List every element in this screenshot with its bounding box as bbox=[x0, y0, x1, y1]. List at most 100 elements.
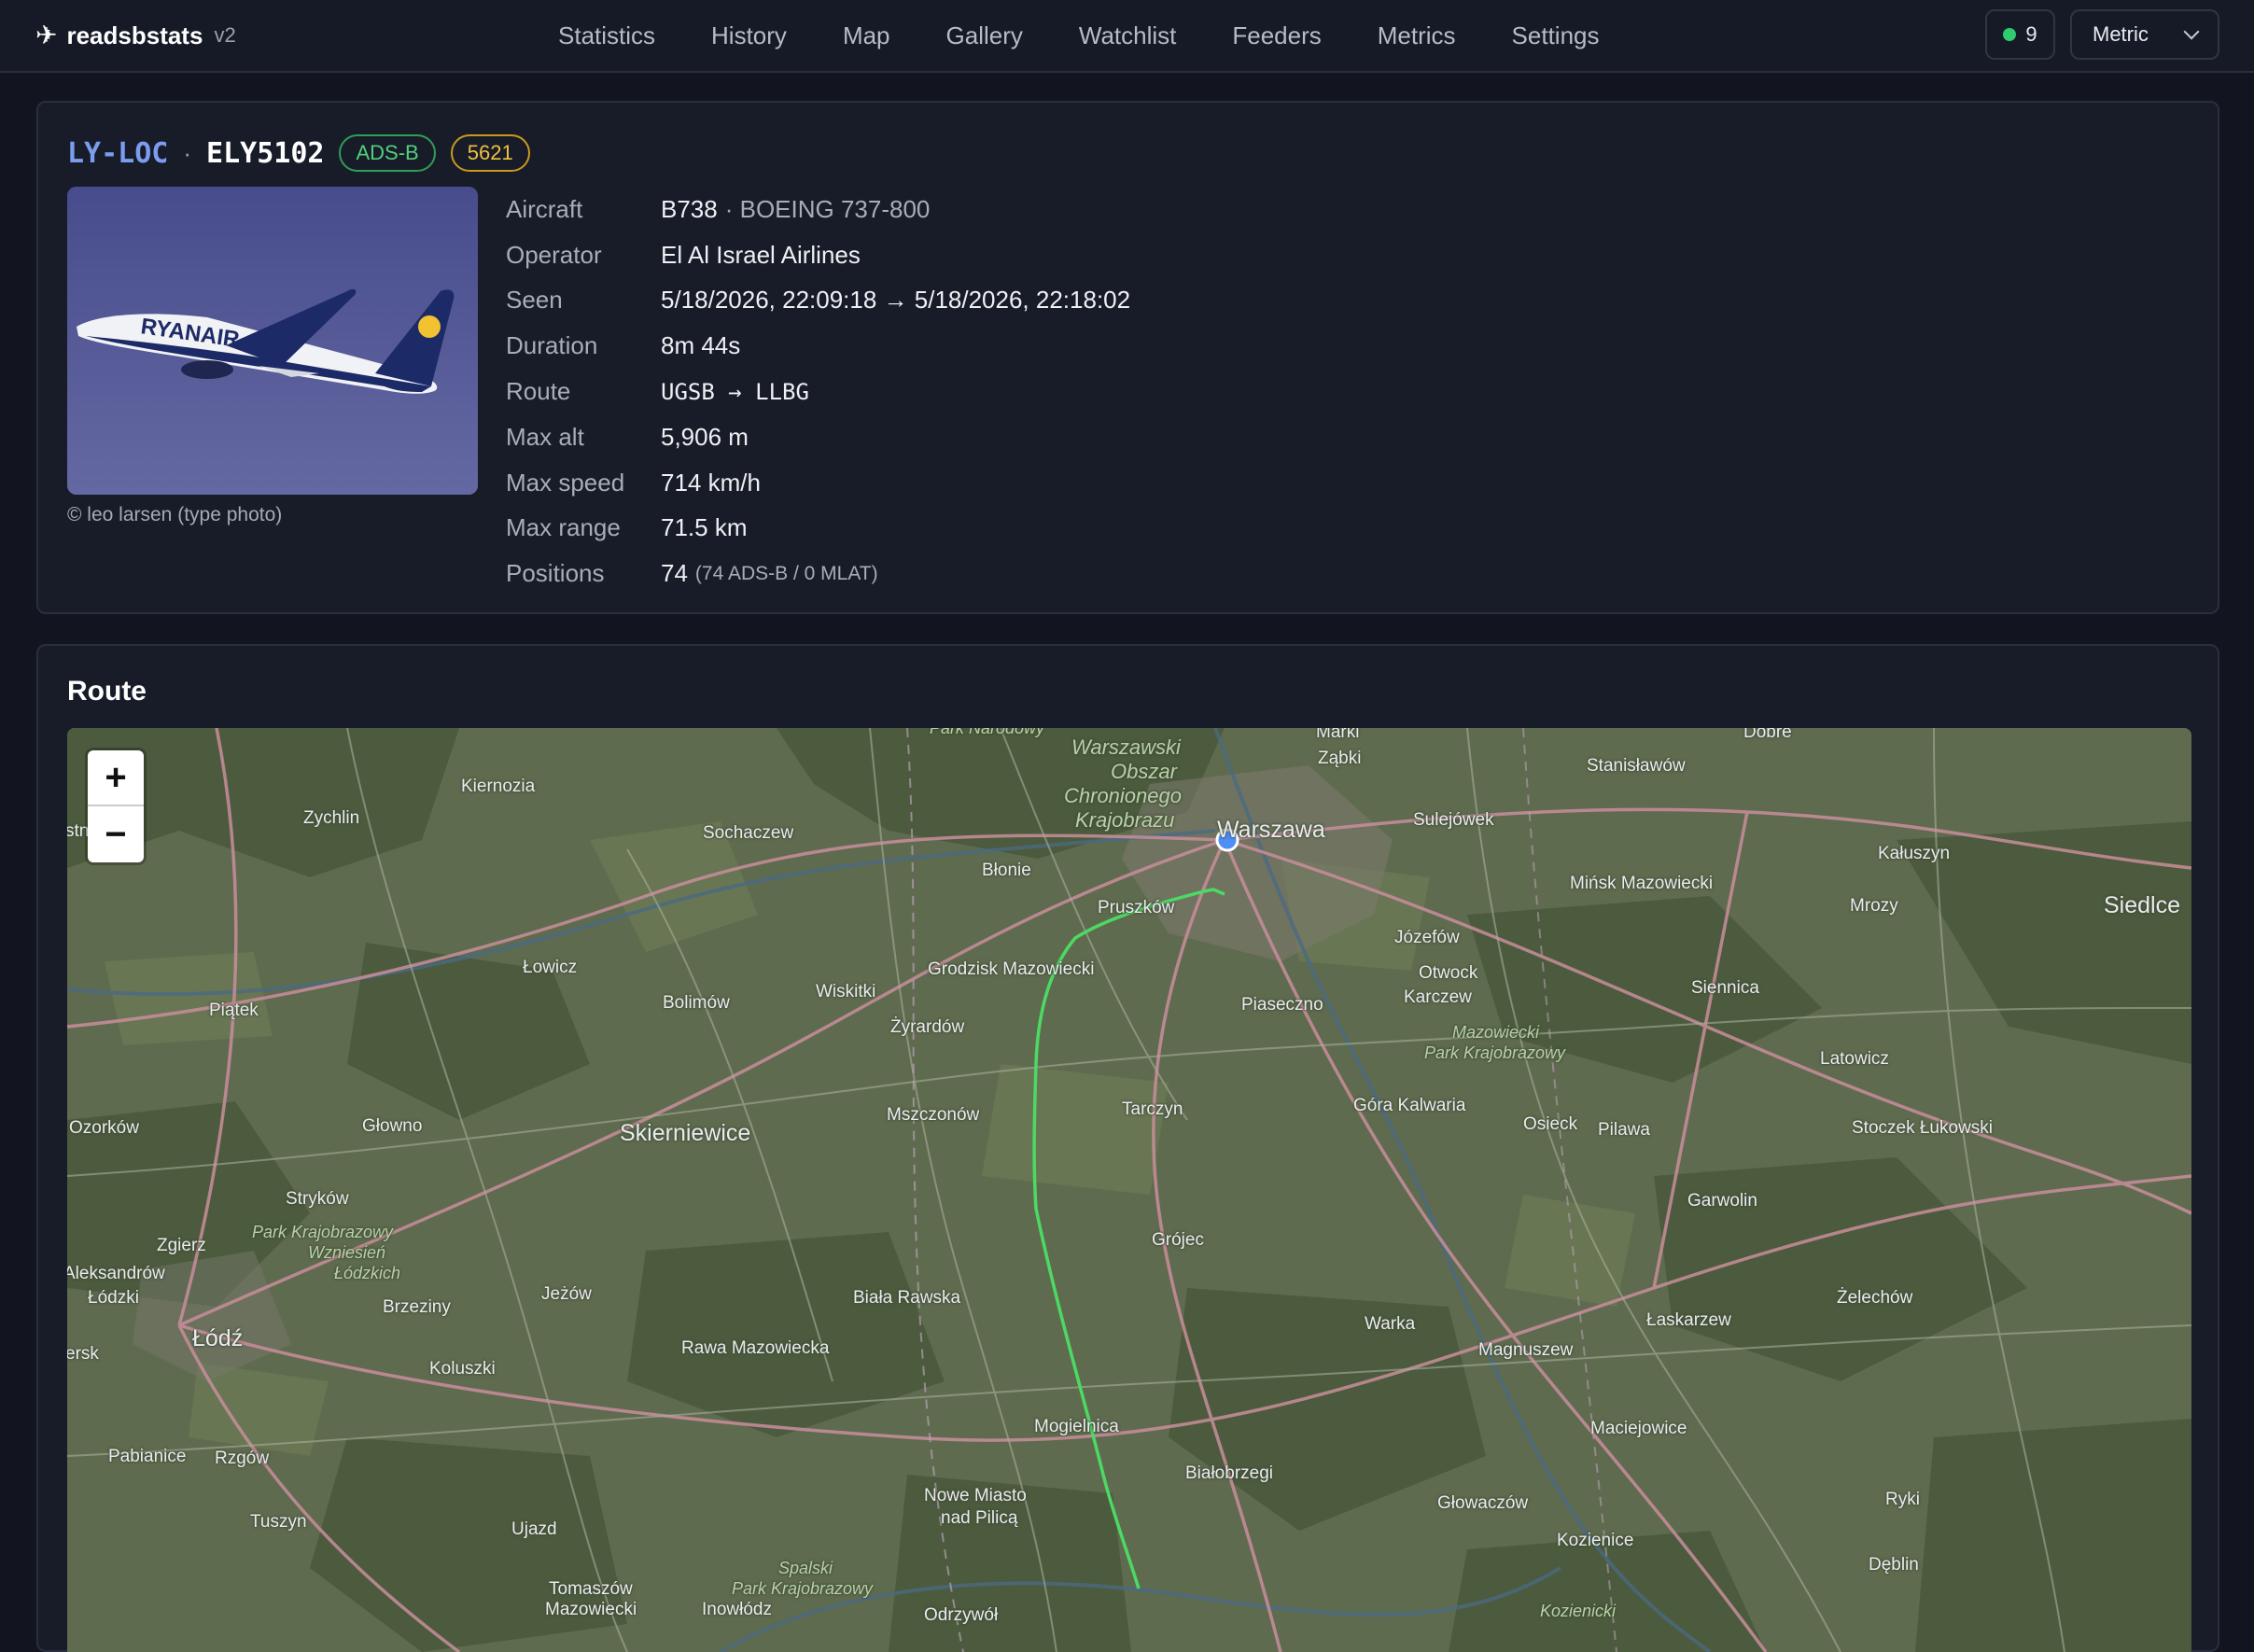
map-label-grodzisk: Grodzisk Mazowiecki bbox=[928, 959, 1095, 979]
map-label-warka: Warka bbox=[1365, 1314, 1416, 1334]
title-separator: · bbox=[183, 138, 192, 167]
info-row-max-range: Max range 71.5 km bbox=[506, 506, 1130, 552]
nav-feeders[interactable]: Feeders bbox=[1232, 17, 1321, 54]
map-label-maciejowice: Maciejowice bbox=[1590, 1419, 1687, 1438]
map-label-lodz: Łódź bbox=[192, 1325, 244, 1351]
map-label-mogielnica: Mogielnica bbox=[1034, 1417, 1119, 1436]
map-label-rawa: Rawa Mazowiecka bbox=[681, 1338, 830, 1358]
nav-history[interactable]: History bbox=[711, 17, 787, 54]
map-label-jozefow: Józefów bbox=[1394, 928, 1460, 947]
map-label-strykow: Stryków bbox=[286, 1189, 349, 1209]
receiver-status-badge[interactable]: 9 bbox=[1985, 9, 2055, 60]
map-label-warszawski: Warszawski bbox=[1071, 735, 1181, 759]
map-label-latowicz: Latowicz bbox=[1820, 1049, 1889, 1069]
brand-logo[interactable]: ✈ readsbstats v2 bbox=[35, 19, 236, 52]
map-label-zelechow: Żelechów bbox=[1837, 1288, 1913, 1308]
positions-label: Positions bbox=[506, 559, 605, 588]
map-label-garwolin: Garwolin bbox=[1687, 1191, 1757, 1211]
map-label-nowe-miasto: Nowe Miasto bbox=[924, 1486, 1027, 1505]
map-label-warszawa: Warszawa bbox=[1217, 817, 1325, 843]
map-label-kozienicki: Kozienicki bbox=[1540, 1602, 1617, 1620]
route-section-title: Route bbox=[67, 676, 147, 707]
map-label-ujazd: Ujazd bbox=[511, 1519, 557, 1539]
map-label-zgierz: Zgierz bbox=[157, 1236, 206, 1255]
map-label-deblin: Dęblin bbox=[1869, 1555, 1919, 1575]
map-label-mazowiecki: Mazowiecki bbox=[545, 1600, 637, 1619]
map-label-dobre: Dobre bbox=[1743, 728, 1792, 742]
status-dot-icon bbox=[2003, 28, 2017, 41]
map-label-mrozy: Mrozy bbox=[1850, 896, 1898, 916]
zoom-out-button[interactable]: − bbox=[88, 806, 144, 862]
brand-name: readsbstats bbox=[66, 21, 203, 49]
max-alt-value: 5,906 m bbox=[661, 422, 749, 451]
photo-credit: © leo larsen (type photo) bbox=[67, 504, 283, 525]
registration-link[interactable]: LY-LOC bbox=[67, 137, 168, 170]
map-label-zyrardow: Żyrardów bbox=[890, 1017, 965, 1037]
duration-value: 8m 44s bbox=[661, 331, 741, 360]
aircraft-type: B738 bbox=[661, 194, 718, 223]
route-value: UGSB → LLBG bbox=[661, 378, 809, 405]
nav-metrics[interactable]: Metrics bbox=[1378, 17, 1456, 54]
aircraft-label: Aircraft bbox=[506, 194, 583, 223]
nav-gallery[interactable]: Gallery bbox=[946, 17, 1023, 54]
map-label-glowno: Głowno bbox=[362, 1116, 423, 1136]
map-label-lodzki: Łódzki bbox=[88, 1288, 139, 1308]
map-label-odrzywol: Odrzywół bbox=[924, 1605, 999, 1625]
units-selected-value: Metric bbox=[2093, 22, 2149, 46]
map-label-osieck: Osieck bbox=[1523, 1114, 1578, 1134]
map-label-kaluszyn: Kałuszyn bbox=[1878, 844, 1951, 863]
map-label-bialobrzegi: Białobrzegi bbox=[1185, 1463, 1273, 1483]
zoom-in-button[interactable]: + bbox=[88, 750, 144, 806]
map-label-chronionego: Chronionego bbox=[1064, 784, 1182, 807]
max-alt-label: Max alt bbox=[506, 422, 584, 451]
map-label-mszczonow: Mszczonów bbox=[887, 1105, 980, 1125]
map-label-sochaczew: Sochaczew bbox=[703, 823, 794, 843]
map-label-wiskitki: Wiskitki bbox=[816, 982, 876, 1001]
map-label-pilawa: Pilawa bbox=[1598, 1120, 1650, 1140]
seen-label: Seen bbox=[506, 286, 563, 315]
max-speed-label: Max speed bbox=[506, 468, 625, 497]
map-label-piatek: Piątek bbox=[209, 1001, 259, 1020]
route-map[interactable]: Warszawa Ząbki Marki Sulejówek Stanisław… bbox=[67, 728, 2191, 1652]
map-label-kiernozia: Kiernozia bbox=[461, 777, 536, 796]
nav-watchlist[interactable]: Watchlist bbox=[1079, 17, 1177, 54]
map-label-tomaszow: Tomaszów bbox=[549, 1579, 633, 1599]
airplane-icon: ✈ bbox=[35, 21, 58, 49]
top-nav-bar: ✈ readsbstats v2 Statistics History Map … bbox=[0, 0, 2254, 73]
max-range-label: Max range bbox=[506, 513, 621, 542]
max-speed-value: 714 km/h bbox=[661, 468, 761, 497]
map-label-koluszki: Koluszki bbox=[429, 1359, 496, 1379]
map-label-inowlodz: Inowłódz bbox=[702, 1600, 772, 1619]
map-label-karczew: Karczew bbox=[1404, 987, 1472, 1007]
map-label-stanislawow: Stanisławów bbox=[1587, 756, 1686, 776]
map-label-ersk: ersk bbox=[67, 1344, 99, 1364]
map-label-tarczyn: Tarczyn bbox=[1122, 1099, 1183, 1119]
aircraft-photo-image: RYANAIR bbox=[67, 187, 478, 495]
seen-value: 5/18/2026, 22:09:18 → 5/18/2026, 22:18:0… bbox=[661, 286, 1131, 315]
nav-map[interactable]: Map bbox=[843, 17, 890, 54]
info-row-seen: Seen 5/18/2026, 22:09:18 → 5/18/2026, 22… bbox=[506, 278, 1130, 324]
map-label-spalski: Spalski bbox=[778, 1559, 833, 1577]
map-label-magnuszew: Magnuszew bbox=[1478, 1340, 1574, 1360]
units-select[interactable]: Metric bbox=[2070, 9, 2219, 60]
aircraft-model: · BOEING 737-800 bbox=[724, 194, 931, 223]
nav-statistics[interactable]: Statistics bbox=[558, 17, 655, 54]
map-label-mazowiecki-park: Mazowiecki bbox=[1452, 1023, 1540, 1042]
map-label-sulejowek: Sulejówek bbox=[1413, 810, 1494, 830]
map-label-park-narodowy: Park Narodowy bbox=[930, 728, 1045, 737]
map-label-lowicz: Łowicz bbox=[523, 958, 578, 977]
info-row-max-alt: Max alt 5,906 m bbox=[506, 414, 1130, 460]
map-label-otwock: Otwock bbox=[1419, 963, 1478, 983]
route-label: Route bbox=[506, 377, 571, 406]
map-label-jezow: Jeżów bbox=[541, 1284, 592, 1304]
squawk-badge: 5621 bbox=[450, 134, 530, 172]
map-label-zychlin: Zychlin bbox=[303, 808, 360, 828]
route-card: Route Warszawa Ząbki Marki Sulejówek Sta… bbox=[36, 644, 2219, 1652]
info-row-positions: Positions 74 (74 ADS-B / 0 MLAT) bbox=[506, 551, 1130, 596]
nav-settings[interactable]: Settings bbox=[1512, 17, 1600, 54]
map-label-piaseczno: Piaseczno bbox=[1241, 995, 1323, 1015]
aircraft-photo[interactable]: RYANAIR bbox=[67, 187, 478, 495]
operator-value: El Al Israel Airlines bbox=[661, 240, 861, 269]
map-label-ryki: Ryki bbox=[1885, 1490, 1920, 1509]
map-label-glowaczow: Głowaczów bbox=[1437, 1493, 1529, 1513]
